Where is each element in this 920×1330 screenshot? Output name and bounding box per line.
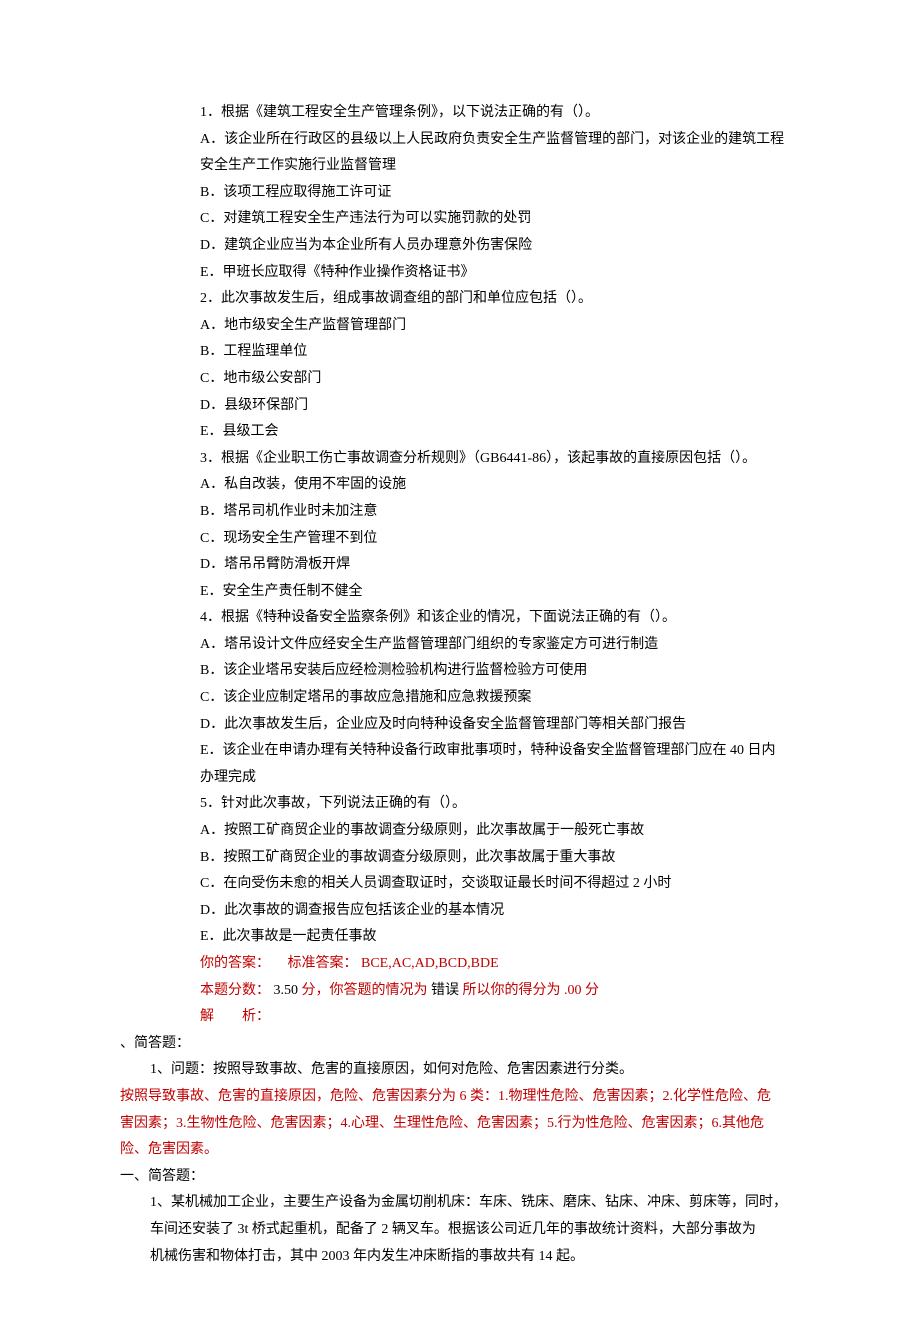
q5-opt-c: C．在向受伤未愈的相关人员调查取证时，交谈取证最长时间不得超过 2 小时: [200, 871, 800, 898]
answer-line: 你的答案： 标准答案： BCE,AC,AD,BCD,BDE: [200, 951, 800, 978]
q3-stem: 3．根据《企业职工伤亡事故调查分析规则》（GB6441-86），该起事故的直接原…: [200, 446, 800, 473]
short2-line-1: 1、某机械加工企业，主要生产设备为金属切削机床：车床、铣床、磨床、钻床、冲床、剪…: [120, 1190, 800, 1217]
q4-opt-a: A．塔吊设计文件应经安全生产监督管理部门组织的专家鉴定方可进行制造: [200, 632, 800, 659]
q2-opt-c: C．地市级公安部门: [200, 366, 800, 393]
score-label: 本题分数：: [200, 983, 270, 998]
analysis-label: 解 析：: [200, 1004, 800, 1031]
score-line: 本题分数： 3.50 分，你答题的情况为 错误 所以你的得分为 .00 分: [200, 978, 800, 1005]
score-got: .00 分: [564, 983, 599, 998]
short1-answer-3: 险、危害因素。: [120, 1137, 800, 1164]
standard-answer-value: BCE,AC,AD,BCD,BDE: [361, 956, 499, 971]
q2-stem: 2．此次事故发生后，组成事故调查组的部门和单位应包括（）。: [200, 286, 800, 313]
q5-opt-a: A．按照工矿商贸企业的事故调查分级原则，此次事故属于一般死亡事故: [200, 818, 800, 845]
q5-opt-e: E．此次事故是一起责任事故: [200, 924, 800, 951]
q1-opt-a-2: 安全生产工作实施行业监督管理: [200, 153, 800, 180]
q4-stem: 4．根据《特种设备安全监察条例》和该企业的情况，下面说法正确的有（）。: [200, 605, 800, 632]
short-answer-header-2: 一、简答题：: [120, 1164, 800, 1191]
q1-opt-c: C．对建筑工程安全生产违法行为可以实施罚款的处罚: [200, 206, 800, 233]
q1-opt-b: B．该项工程应取得施工许可证: [200, 180, 800, 207]
short2-line-3: 机械伤害和物体打击，其中 2003 年内发生冲床断指的事故共有 14 起。: [120, 1244, 800, 1271]
short1-answer-2: 害因素；3.生物性危险、危害因素；4.心理、生理性危险、危害因素；5.行为性危险…: [120, 1111, 800, 1138]
score-wrong: 错误: [431, 983, 463, 998]
q4-opt-c: C．该企业应制定塔吊的事故应急措施和应急救援预案: [200, 685, 800, 712]
q3-opt-d: D．塔吊吊臂防滑板开焊: [200, 552, 800, 579]
q2-opt-d: D．县级环保部门: [200, 393, 800, 420]
score-value: 3.50: [274, 983, 302, 998]
q1-opt-d: D．建筑企业应当为本企业所有人员办理意外伤害保险: [200, 233, 800, 260]
q1-stem: 1．根据《建筑工程安全生产管理条例》，以下说法正确的有（）。: [200, 100, 800, 127]
q2-opt-e: E．县级工会: [200, 419, 800, 446]
your-answer-label: 你的答案：: [200, 956, 270, 971]
q4-opt-d: D．此次事故发生后，企业应及时向特种设备安全监督管理部门等相关部门报告: [200, 712, 800, 739]
q4-opt-b: B．该企业塔吊安装后应经检测检验机构进行监督检验方可使用: [200, 658, 800, 685]
q2-opt-b: B．工程监理单位: [200, 339, 800, 366]
short1-answer-1: 按照导致事故、危害的直接原因，危险、危害因素分为 6 类：1.物理性危险、危害因…: [120, 1084, 800, 1111]
score-text-b: 分，你答题的情况为: [302, 983, 428, 998]
short2-line-2: 车间还安装了 3t 桥式起重机，配备了 2 辆叉车。根据该公司近几年的事故统计资…: [120, 1217, 800, 1244]
q3-opt-b: B．塔吊司机作业时未加注意: [200, 499, 800, 526]
score-text-c: 所以你的得分为: [463, 983, 561, 998]
q5-opt-b: B．按照工矿商贸企业的事故调查分级原则，此次事故属于重大事故: [200, 845, 800, 872]
q1-opt-e: E．甲班长应取得《特种作业操作资格证书》: [200, 260, 800, 287]
q1-opt-a-1: A．该企业所在行政区的县级以上人民政府负责安全生产监督管理的部门，对该企业的建筑…: [200, 127, 800, 154]
q3-opt-a: A．私自改装，使用不牢固的设施: [200, 472, 800, 499]
q4-opt-e-2: 办理完成: [200, 765, 800, 792]
standard-answer-label: 标准答案：: [288, 956, 358, 971]
q5-stem: 5．针对此次事故，下列说法正确的有（）。: [200, 791, 800, 818]
q3-opt-c: C．现场安全生产管理不到位: [200, 526, 800, 553]
q5-opt-d: D．此次事故的调查报告应包括该企业的基本情况: [200, 898, 800, 925]
short1-question: 1、问题：按照导致事故、危害的直接原因，如何对危险、危害因素进行分类。: [120, 1057, 800, 1084]
q4-opt-e-1: E．该企业在申请办理有关特种设备行政审批事项时，特种设备安全监督管理部门应在 4…: [200, 738, 800, 765]
q3-opt-e: E．安全生产责任制不健全: [200, 579, 800, 606]
short-answer-header-1: 、简答题：: [120, 1031, 800, 1058]
q2-opt-a: A．地市级安全生产监督管理部门: [200, 313, 800, 340]
